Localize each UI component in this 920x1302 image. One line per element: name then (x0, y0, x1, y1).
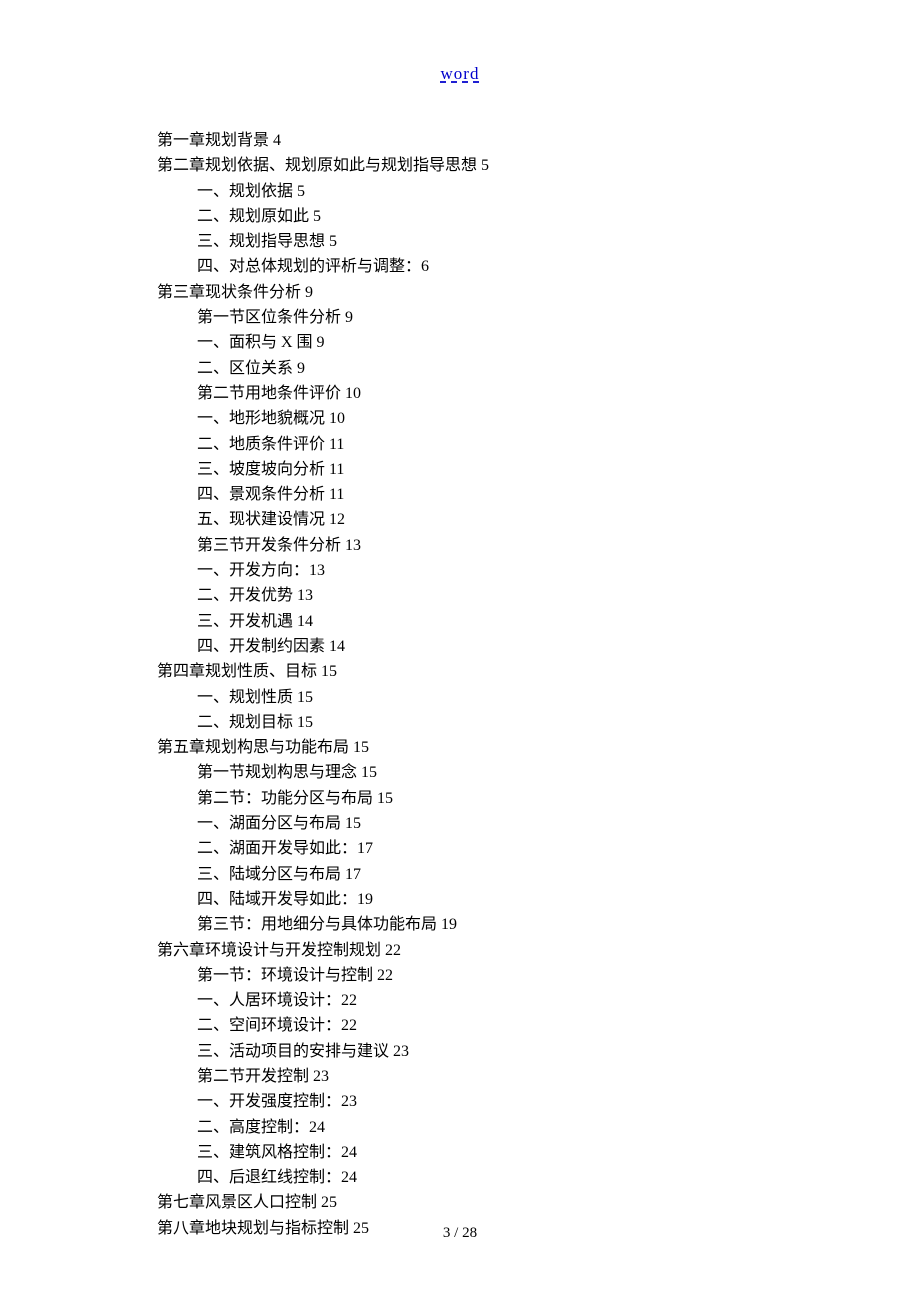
toc-entry: 四、对总体规划的评析与调整：6 (157, 254, 920, 279)
toc-entry: 第一章规划背景 4 (157, 128, 920, 153)
toc-entry: 第一节区位条件分析 9 (157, 305, 920, 330)
toc-entry: 第一节：环境设计与控制 22 (157, 963, 920, 988)
toc-entry: 一、开发强度控制：23 (157, 1089, 920, 1114)
toc-entry: 第七章风景区人口控制 25 (157, 1190, 920, 1215)
toc-entry: 三、开发机遇 14 (157, 609, 920, 634)
toc-entry: 四、后退红线控制：24 (157, 1165, 920, 1190)
toc-entry: 二、开发优势 13 (157, 583, 920, 608)
toc-entry: 三、活动项目的安排与建议 23 (157, 1039, 920, 1064)
toc-entry: 三、陆域分区与布局 17 (157, 862, 920, 887)
toc-entry: 二、高度控制：24 (157, 1115, 920, 1140)
toc-entry: 一、地形地貌概况 10 (157, 406, 920, 431)
toc-entry: 一、湖面分区与布局 15 (157, 811, 920, 836)
toc-entry: 四、景观条件分析 11 (157, 482, 920, 507)
page-footer: 3 / 28 (0, 1225, 920, 1242)
toc-entry: 四、陆域开发导如此：19 (157, 887, 920, 912)
toc-entry: 第五章规划构思与功能布局 15 (157, 735, 920, 760)
toc-entry: 第六章环境设计与开发控制规划 22 (157, 938, 920, 963)
toc-entry: 二、规划目标 15 (157, 710, 920, 735)
toc-entry: 第二节开发控制 23 (157, 1064, 920, 1089)
toc-entry: 二、区位关系 9 (157, 356, 920, 381)
header-link[interactable]: word (0, 64, 920, 84)
toc-entry: 一、人居环境设计：22 (157, 988, 920, 1013)
table-of-contents: 第一章规划背景 4第二章规划依据、规划原如此与规划指导思想 5一、规划依据 5二… (157, 128, 920, 1241)
toc-entry: 第二章规划依据、规划原如此与规划指导思想 5 (157, 153, 920, 178)
toc-entry: 四、开发制约因素 14 (157, 634, 920, 659)
toc-entry: 二、地质条件评价 11 (157, 432, 920, 457)
toc-entry: 二、湖面开发导如此：17 (157, 836, 920, 861)
toc-entry: 三、规划指导思想 5 (157, 229, 920, 254)
toc-entry: 第四章规划性质、目标 15 (157, 659, 920, 684)
toc-entry: 第三章现状条件分析 9 (157, 280, 920, 305)
toc-entry: 三、建筑风格控制：24 (157, 1140, 920, 1165)
toc-entry: 第二节：功能分区与布局 15 (157, 786, 920, 811)
toc-entry: 第三节：用地细分与具体功能布局 19 (157, 912, 920, 937)
toc-entry: 第三节开发条件分析 13 (157, 533, 920, 558)
toc-entry: 一、开发方向：13 (157, 558, 920, 583)
toc-entry: 三、坡度坡向分析 11 (157, 457, 920, 482)
toc-entry: 二、空间环境设计：22 (157, 1013, 920, 1038)
toc-entry: 第一节规划构思与理念 15 (157, 760, 920, 785)
toc-entry: 第二节用地条件评价 10 (157, 381, 920, 406)
toc-entry: 一、规划性质 15 (157, 685, 920, 710)
toc-entry: 一、规划依据 5 (157, 179, 920, 204)
toc-entry: 二、规划原如此 5 (157, 204, 920, 229)
toc-entry: 五、现状建设情况 12 (157, 507, 920, 532)
toc-entry: 一、面积与 X 围 9 (157, 330, 920, 355)
